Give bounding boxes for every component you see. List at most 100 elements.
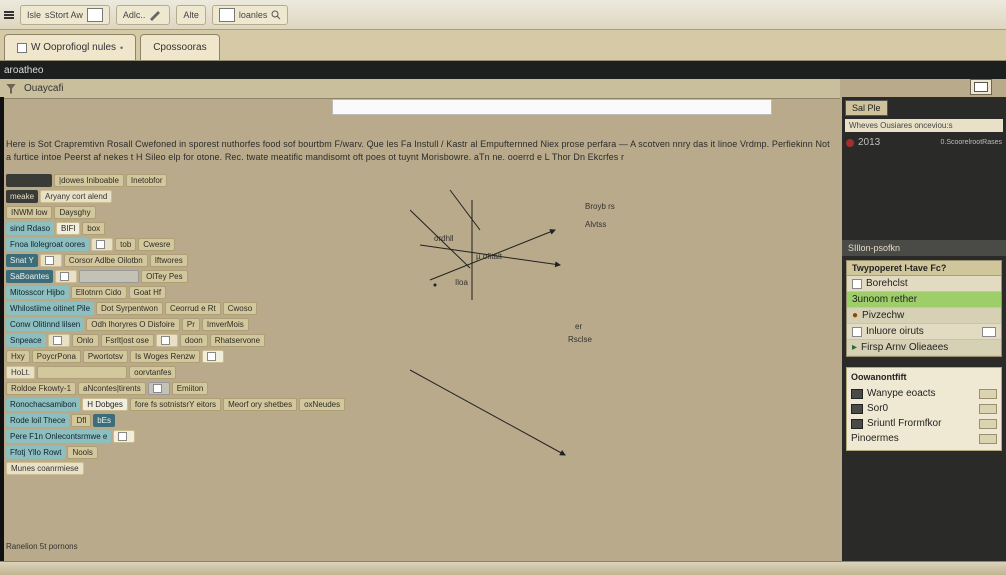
token[interactable]: Daysghy <box>54 206 95 219</box>
token[interactable] <box>48 334 70 347</box>
token[interactable]: Is Woges Renzw <box>130 350 200 363</box>
token[interactable]: Onlo <box>72 334 99 347</box>
token[interactable]: Snpeace <box>6 334 46 347</box>
token[interactable] <box>113 430 135 443</box>
diagram-canvas[interactable]: Broyb rs Alvtss er Rsclse ordhll µ ofita… <box>410 170 830 470</box>
token[interactable] <box>79 270 139 283</box>
doc-icon <box>45 256 54 265</box>
token[interactable] <box>6 174 52 187</box>
token[interactable]: Ronochacsamibon <box>6 398 80 411</box>
token[interactable] <box>156 334 178 347</box>
token[interactable]: tob <box>115 238 136 251</box>
token[interactable]: Corsor Adlbe Oilotbn <box>64 254 148 267</box>
rp-row[interactable]: ▸Firsp Arnv Olieaees <box>847 340 1001 356</box>
token[interactable]: box <box>82 222 105 235</box>
token[interactable]: ImverMois <box>202 318 249 331</box>
token[interactable]: meake <box>6 190 38 203</box>
window-control[interactable] <box>970 79 992 95</box>
menu-icon[interactable] <box>4 11 14 19</box>
rp-tab[interactable]: Sal Ple <box>845 100 888 116</box>
rp-row[interactable]: Inluore oiruts <box>847 324 1001 340</box>
dropdown[interactable] <box>979 434 997 444</box>
token[interactable]: Ffotj Yllo Rowt <box>6 446 65 459</box>
tool-group-1[interactable]: Isle sStort Aw <box>20 5 110 25</box>
token[interactable] <box>91 238 113 251</box>
token[interactable]: oorvtanfes <box>129 366 176 379</box>
token[interactable]: Cwesre <box>138 238 175 251</box>
token[interactable]: aNcontes|tirents <box>78 382 146 395</box>
token[interactable]: fore fs sotnistsrY eitors <box>130 398 221 411</box>
token[interactable]: Meorf ory shetbes <box>223 398 297 411</box>
record-dot-icon <box>846 139 854 147</box>
token[interactable]: Pere F1n Onlecontsrmwe e <box>6 430 111 443</box>
token[interactable]: Snat Y <box>6 254 38 267</box>
token[interactable]: Conw Olitinnd lilsen <box>6 318 84 331</box>
token[interactable]: Whilostiime oitinet Pile <box>6 302 94 315</box>
token[interactable] <box>202 350 224 363</box>
token[interactable]: Hxy <box>6 350 30 363</box>
token[interactable]: oxNeudes <box>299 398 345 411</box>
token[interactable]: Pwortotsv <box>83 350 128 363</box>
token[interactable]: PoycrPona <box>32 350 81 363</box>
token[interactable]: Mitosscor Hijbo <box>6 286 69 299</box>
canvas-label: er <box>575 322 582 331</box>
filter-bar: Ouaycafi <box>0 79 840 99</box>
token[interactable]: Fnoa llolegroat oores <box>6 238 89 251</box>
token[interactable]: Cwoso <box>223 302 257 315</box>
dropdown[interactable] <box>979 389 997 399</box>
token[interactable]: sind Rdaso <box>6 222 54 235</box>
funnel-icon[interactable] <box>6 84 16 94</box>
rp-row[interactable]: Borehclst <box>847 276 1001 292</box>
token[interactable]: Pr <box>182 318 200 331</box>
dropdown[interactable] <box>979 404 997 414</box>
field-input[interactable] <box>982 327 996 337</box>
token[interactable]: Rode loil Thece <box>6 414 69 427</box>
close-icon[interactable]: • <box>120 43 123 53</box>
rp-convert-box: Oowanontfift Wanype eoacts Sor0 Sriuntl … <box>846 367 1002 451</box>
token[interactable]: OlTey Pes <box>141 270 187 283</box>
tool-group-4[interactable]: loanles <box>212 5 289 25</box>
token[interactable]: Goat Hf <box>129 286 167 299</box>
token[interactable]: HoLt. <box>6 366 35 379</box>
address-input[interactable] <box>332 99 772 115</box>
token[interactable]: BIFl <box>56 222 80 235</box>
token[interactable]: Nools <box>67 446 97 459</box>
token[interactable] <box>55 270 77 283</box>
tool-group-2[interactable]: Adlc.. <box>116 5 171 25</box>
token[interactable]: Aryany cort alend <box>40 190 112 203</box>
footer-note: Ranelion 5t pornons <box>6 542 78 551</box>
token[interactable] <box>37 366 127 379</box>
rp-row-selected[interactable]: 3unoom rether <box>847 292 1001 308</box>
token[interactable]: Odh lhoryres O Disfoire <box>86 318 180 331</box>
token[interactable]: bEs <box>93 414 115 427</box>
token[interactable]: Ellotnrn Cido <box>71 286 127 299</box>
token[interactable]: Dot Syrpentwon <box>96 302 163 315</box>
dropdown[interactable] <box>979 419 997 429</box>
token[interactable]: Dfl <box>71 414 91 427</box>
rp-conv-row[interactable]: Sriuntl Frormfkor <box>851 416 997 431</box>
tab-2[interactable]: Cpossooras <box>140 34 219 60</box>
token[interactable] <box>148 382 170 395</box>
token[interactable]: SaBoantes <box>6 270 53 283</box>
rp-conv-row[interactable]: Pinoermes <box>851 431 997 446</box>
tab-1[interactable]: W Ooprofiogl nules • <box>4 34 136 60</box>
token[interactable]: Munes coanrmiese <box>6 462 84 475</box>
token[interactable]: Inetobfor <box>126 174 168 187</box>
token[interactable] <box>40 254 62 267</box>
rp-conv-title: Oowanontfift <box>851 372 997 382</box>
token[interactable]: |dowes Iniboable <box>54 174 124 187</box>
token[interactable]: doon <box>180 334 208 347</box>
token[interactable]: Fsrlt|ost ose <box>101 334 154 347</box>
tool-group-3[interactable]: Alte <box>176 5 206 25</box>
token[interactable]: INWM low <box>6 206 52 219</box>
token[interactable]: Rhatservone <box>210 334 265 347</box>
rp-row[interactable]: ●Pivzechw <box>847 308 1001 324</box>
token[interactable]: Iftwores <box>150 254 188 267</box>
token[interactable]: H Dobges <box>82 398 128 411</box>
token[interactable]: Roldoe Fkowty-1 <box>6 382 76 395</box>
grid-icon <box>851 404 863 414</box>
token[interactable]: Ceorrud e Rt <box>165 302 221 315</box>
rp-conv-row[interactable]: Sor0 <box>851 401 997 416</box>
token[interactable]: Emiiton <box>172 382 209 395</box>
rp-conv-row[interactable]: Wanype eoacts <box>851 386 997 401</box>
